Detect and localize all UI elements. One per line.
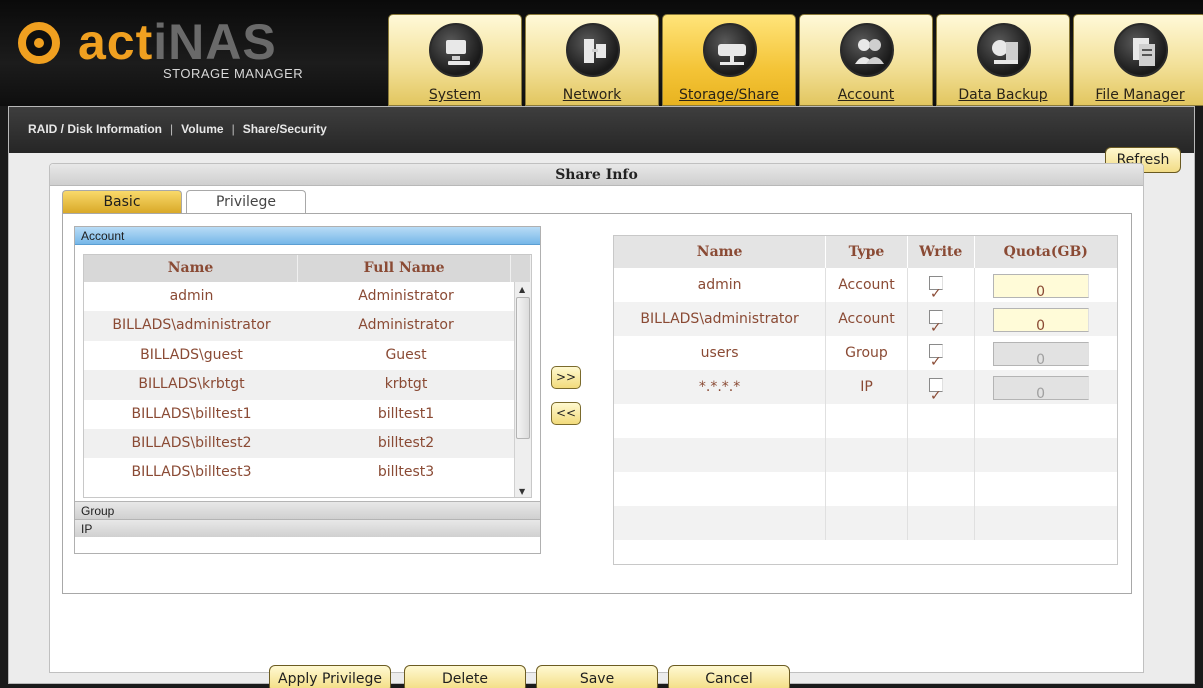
tab-privilege[interactable]: Privilege: [186, 190, 306, 215]
breadcrumb: RAID / Disk Information | Volume | Share/Sec…: [28, 122, 327, 136]
share-tabs: Basic Privilege: [62, 190, 310, 215]
nav-tab-system[interactable]: System: [388, 14, 522, 106]
privilege-table-header: Name Type Write Quota(GB): [614, 236, 1117, 268]
nav-label-system: System: [428, 87, 482, 103]
main-panel: RAID / Disk Information | Volume | Share/Sec…: [8, 106, 1195, 688]
privilege-content: Account Name Full Name admin Administrato…: [62, 213, 1132, 594]
save-button[interactable]: Save: [536, 665, 658, 688]
cancel-button[interactable]: Cancel: [668, 665, 790, 688]
accordion-ip-header[interactable]: IP: [75, 519, 540, 537]
table-row[interactable]: BILLADS\administrator Administrator: [84, 311, 531, 341]
col-priv-name: Name: [614, 236, 827, 268]
main-nav: System Network Storage/Share Account Dat…: [388, 14, 1203, 106]
add-principal-button[interactable]: >>: [551, 366, 581, 389]
scroll-up-icon[interactable]: ▲: [519, 285, 525, 294]
quota-input-disabled: 0: [992, 376, 1089, 402]
share-info-panel: Share Info Basic Privilege Account Name …: [49, 163, 1144, 673]
table-row[interactable]: admin Account ✓ 0: [614, 268, 1117, 302]
table-row[interactable]: BILLADS\krbtgt krbtgt: [84, 370, 531, 400]
table-row[interactable]: BILLADS\billtest1 billtest1: [84, 400, 531, 429]
col-name[interactable]: Name: [84, 255, 299, 282]
crumb-raid-disk[interactable]: RAID / Disk Information: [28, 122, 162, 136]
nav-label-storage-share: Storage/Share: [679, 87, 779, 103]
col-priv-type: Type: [826, 236, 908, 268]
users-icon: [840, 23, 894, 77]
backup-icon: [977, 23, 1031, 77]
scroll-down-icon[interactable]: ▼: [519, 487, 525, 496]
tab-basic[interactable]: Basic: [62, 190, 182, 213]
app-header: actiNAS STORAGE MANAGER System Network S…: [0, 0, 1203, 106]
nav-label-data-backup: Data Backup: [958, 87, 1048, 103]
quota-input[interactable]: 0: [992, 274, 1089, 300]
table-row-empty: [614, 438, 1117, 472]
table-row[interactable]: BILLADS\administrator Account ✓ 0: [614, 302, 1117, 336]
accordion-group-header[interactable]: Group: [75, 501, 540, 519]
table-row-empty: [614, 404, 1117, 438]
remove-principal-button[interactable]: <<: [551, 402, 581, 425]
nav-tab-data-backup[interactable]: Data Backup: [936, 14, 1070, 106]
scroll-thumb[interactable]: [516, 297, 530, 439]
table-row-empty: [614, 472, 1117, 506]
table-row[interactable]: users Group ✓ 0: [614, 336, 1117, 370]
table-row[interactable]: BILLADS\billtest2 billtest2: [84, 428, 531, 459]
nav-label-file-manager: File Manager: [1095, 87, 1185, 103]
crumb-share-security[interactable]: Share/Security: [243, 122, 327, 136]
table-row[interactable]: BILLADS\guest Guest: [84, 341, 531, 370]
account-table: Name Full Name admin Administrator BILLAD…: [83, 254, 532, 498]
computer-icon: [429, 23, 483, 77]
file-icon: [1114, 23, 1168, 77]
nav-label-account: Account: [837, 87, 895, 103]
logo-mark-icon: [18, 22, 60, 64]
col-priv-write: Write: [908, 236, 975, 268]
table-row-empty: [614, 506, 1117, 540]
table-row[interactable]: BILLADS\billtest3 billtest3: [84, 458, 531, 487]
network-icon: [566, 23, 620, 77]
write-checkbox[interactable]: ✓: [928, 310, 943, 336]
accordion-account-header[interactable]: Account: [75, 227, 540, 245]
quota-input-disabled: 0: [992, 342, 1089, 368]
nav-tab-storage-share[interactable]: Storage/Share: [662, 14, 796, 106]
quota-input[interactable]: 0: [992, 308, 1089, 334]
principal-accordion: Account Name Full Name admin Administrato…: [74, 226, 541, 554]
table-scrollbar[interactable]: ▲ ▼: [514, 282, 531, 497]
apply-privilege-button[interactable]: Apply Privilege: [269, 665, 391, 688]
col-full-name[interactable]: Full Name: [298, 255, 512, 282]
nav-tab-network[interactable]: Network: [525, 14, 659, 106]
col-priv-quota: Quota(GB): [1003, 244, 1088, 260]
nav-tab-file-manager[interactable]: File Manager: [1073, 14, 1203, 106]
crumb-volume[interactable]: Volume: [181, 122, 223, 136]
table-row[interactable]: *.*.*.* IP ✓ 0: [614, 370, 1117, 404]
nav-label-network: Network: [562, 87, 622, 103]
nav-tab-account[interactable]: Account: [799, 14, 933, 106]
accordion-account-body: Name Full Name admin Administrator BILLAD…: [75, 245, 540, 501]
write-checkbox[interactable]: ✓: [928, 378, 943, 404]
delete-button[interactable]: Delete: [404, 665, 526, 688]
account-table-header: Name Full Name: [84, 255, 531, 282]
write-checkbox[interactable]: ✓: [928, 276, 943, 302]
logo-subtitle: STORAGE MANAGER: [163, 66, 304, 81]
table-row[interactable]: admin Administrator: [84, 282, 531, 311]
share-info-title: Share Info: [50, 164, 1143, 186]
write-checkbox[interactable]: ✓: [928, 344, 943, 370]
sub-nav-bar: RAID / Disk Information | Volume | Share/Sec…: [9, 107, 1194, 153]
actinas-logo: actiNAS STORAGE MANAGER: [18, 14, 318, 84]
privilege-table: Name Type Write Quota(GB) admin Account …: [613, 235, 1118, 565]
logo-text: actiNAS: [78, 14, 277, 70]
storage-icon: [703, 23, 757, 77]
